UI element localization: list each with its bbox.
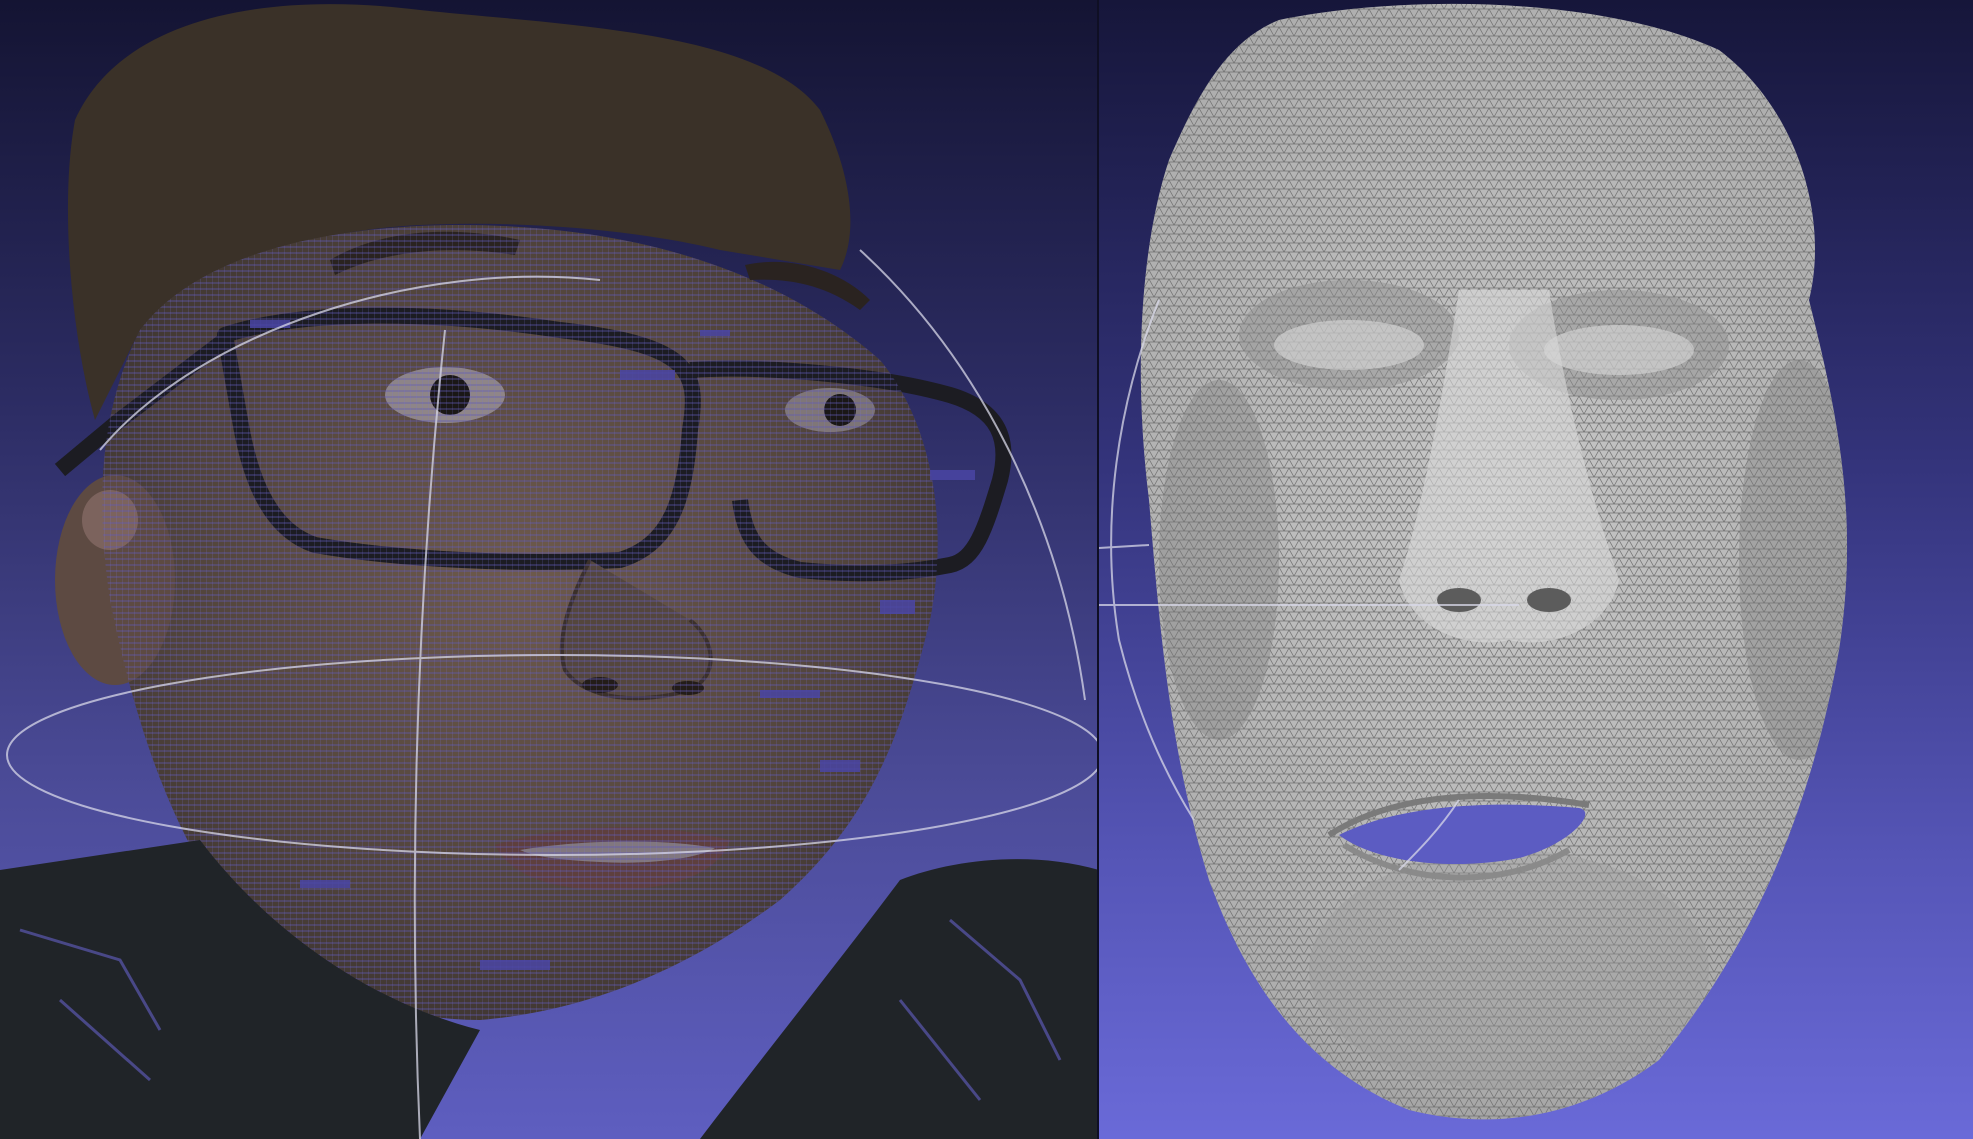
left-3d-viewport[interactable] <box>0 0 1099 1139</box>
meshlab-window <box>0 0 1973 1139</box>
mesh-render <box>1099 3 1848 1120</box>
point-cloud-render <box>0 4 1099 1139</box>
right-3d-viewport[interactable] <box>1099 0 1973 1139</box>
